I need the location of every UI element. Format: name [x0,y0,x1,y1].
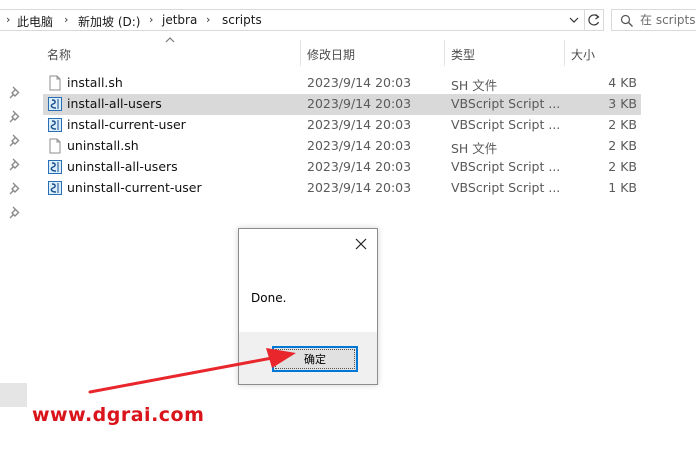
vbscript-file-icon [48,118,62,132]
file-name: install-all-users [67,96,162,111]
file-row[interactable]: uninstall.sh 2023/9/14 20:03 SH 文件 2 KB [43,136,641,157]
navigation-pane [0,40,27,454]
text-file-icon [49,138,61,154]
file-row[interactable]: install.sh 2023/9/14 20:03 SH 文件 4 KB [43,73,641,94]
breadcrumb-this-pc[interactable]: 此电脑 [17,13,53,30]
file-type: VBScript Script ... [451,96,561,111]
column-header-date[interactable]: 修改日期 [301,40,444,66]
file-size: 1 KB [608,180,637,195]
file-size: 3 KB [608,96,637,111]
dialog-message: Done. [251,291,287,305]
file-name: install-current-user [67,117,186,132]
file-date: 2023/9/14 20:03 [307,159,412,174]
vbscript-file-icon [48,181,62,195]
watermark-text: www.dgrai.com [32,404,205,426]
refresh-button[interactable] [584,9,604,31]
pin-icon[interactable] [9,109,23,123]
file-size: 4 KB [608,75,637,90]
file-type: VBScript Script ... [451,117,561,132]
file-date: 2023/9/14 20:03 [307,96,412,111]
file-row-selected[interactable]: install-all-users 2023/9/14 20:03 VBScri… [43,94,641,115]
vbscript-file-icon [48,97,62,111]
breadcrumb-chevron-icon[interactable]: › [206,13,210,26]
column-header-name-label: 名称 [47,48,72,62]
file-row[interactable]: uninstall-all-users 2023/9/14 20:03 VBSc… [43,157,641,178]
file-size: 2 KB [608,117,637,132]
search-icon [620,14,633,27]
column-header-date-label: 修改日期 [307,48,356,62]
column-header-type[interactable]: 类型 [445,40,564,66]
column-header-type-label: 类型 [451,48,476,62]
file-size: 2 KB [608,138,637,153]
dialog-button-bar: 确定 [239,332,377,384]
file-type: VBScript Script ... [451,159,561,174]
pin-icon[interactable] [9,181,23,195]
file-date: 2023/9/14 20:03 [307,138,412,153]
nav-selected-item[interactable] [0,383,27,407]
file-type: SH 文件 [451,78,498,93]
file-row[interactable]: install-current-user 2023/9/14 20:03 VBS… [43,115,641,136]
column-header-name[interactable]: 名称 [43,40,300,66]
file-date: 2023/9/14 20:03 [307,180,412,195]
file-date: 2023/9/14 20:03 [307,117,412,132]
text-file-icon [49,75,61,91]
pin-icon[interactable] [9,157,23,171]
file-type: VBScript Script ... [451,180,561,195]
file-name: install.sh [67,75,123,90]
ok-button[interactable]: 确定 [272,346,358,372]
column-header-size[interactable]: 大小 [565,40,641,66]
close-icon[interactable] [354,237,368,251]
pin-icon[interactable] [9,85,23,99]
search-input[interactable] [640,12,696,28]
file-size: 2 KB [608,159,637,174]
breadcrumb-scripts[interactable]: scripts [222,13,262,27]
breadcrumb-chevron-icon[interactable]: › [149,13,153,26]
message-dialog: Done. 确定 [238,228,378,385]
vbscript-file-icon [48,160,62,174]
column-header-size-label: 大小 [571,48,596,62]
breadcrumb-drive[interactable]: 新加坡 (D:) [78,13,140,30]
breadcrumb-chevron-icon[interactable]: › [6,13,10,26]
search-box[interactable] [611,9,696,31]
breadcrumb-chevron-icon[interactable]: › [64,13,68,26]
annotation-arrow [88,348,296,394]
history-dropdown-icon[interactable] [568,14,580,26]
file-date: 2023/9/14 20:03 [307,75,412,90]
address-bar-row: › 此电脑 › 新加坡 (D:) › jetbra › scripts [0,0,696,40]
file-name: uninstall-current-user [67,180,202,195]
breadcrumb-jetbra[interactable]: jetbra [162,13,197,27]
file-name: uninstall.sh [67,138,139,153]
pin-icon[interactable] [9,133,23,147]
address-bar[interactable]: › 此电脑 › 新加坡 (D:) › jetbra › scripts [0,9,585,31]
file-row[interactable]: uninstall-current-user 2023/9/14 20:03 V… [43,178,641,199]
file-type: SH 文件 [451,141,498,156]
pin-icon[interactable] [9,205,23,219]
file-name: uninstall-all-users [67,159,178,174]
refresh-icon [588,14,600,26]
